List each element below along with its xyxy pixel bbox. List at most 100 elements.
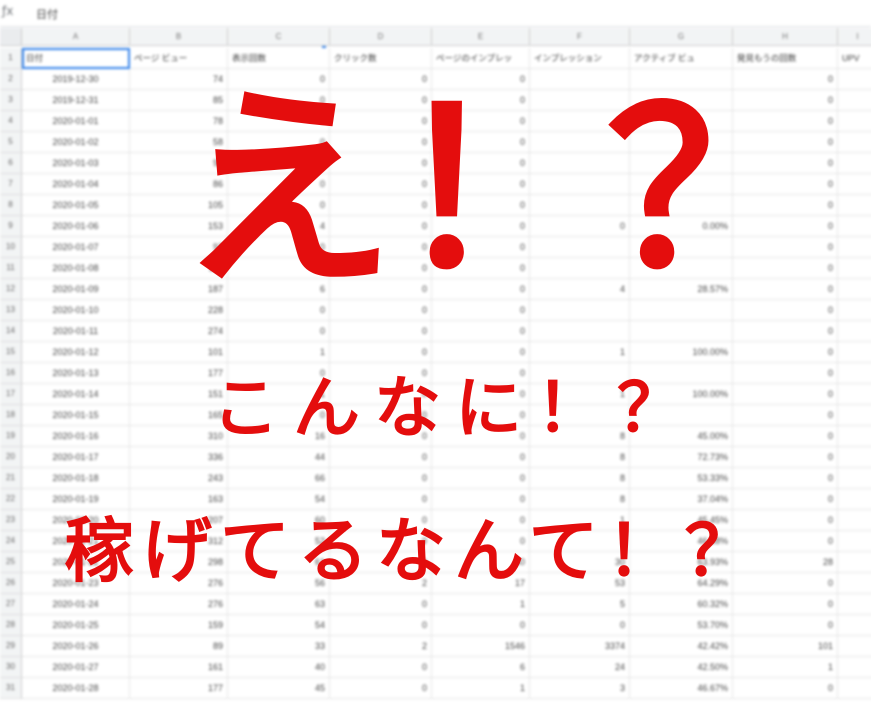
table-cell[interactable]: 274 (130, 321, 228, 342)
table-cell[interactable]: 0 (432, 363, 530, 384)
table-cell-empty[interactable] (838, 594, 871, 615)
table-cell[interactable]: 78 (130, 111, 228, 132)
table-cell-empty[interactable] (838, 447, 871, 468)
table-cell[interactable]: 58 (130, 132, 228, 153)
table-cell[interactable]: 0 (330, 69, 432, 90)
table-cell[interactable] (630, 69, 733, 90)
table-cell[interactable]: 0 (330, 657, 432, 678)
table-cell[interactable]: 63 (228, 594, 330, 615)
table-cell[interactable] (530, 363, 630, 384)
table-cell-empty[interactable] (838, 237, 871, 258)
table-cell[interactable]: 101 (733, 636, 838, 657)
table-cell[interactable]: 8 (530, 426, 630, 447)
table-cell[interactable]: 0 (330, 279, 432, 300)
table-cell[interactable]: 2020-01-10 (22, 300, 130, 321)
row-number[interactable]: 26 (0, 573, 22, 594)
table-cell-empty[interactable] (838, 258, 871, 279)
table-cell-empty[interactable] (838, 363, 871, 384)
header-cell[interactable]: ページのインプレッ (432, 48, 530, 69)
table-cell[interactable]: 4 (530, 279, 630, 300)
table-cell[interactable]: 0 (432, 426, 530, 447)
table-cell[interactable]: 0 (330, 678, 432, 699)
table-cell[interactable]: 0 (330, 594, 432, 615)
header-cell[interactable]: ページ ビュー (130, 48, 228, 69)
table-cell[interactable]: 8 (530, 468, 630, 489)
table-cell[interactable]: 16 (228, 426, 330, 447)
table-cell[interactable]: 2020-01-17 (22, 447, 130, 468)
table-cell[interactable]: 42.50% (630, 657, 733, 678)
table-cell[interactable]: 0 (228, 174, 330, 195)
table-cell[interactable]: 3 (530, 678, 630, 699)
column-header-e[interactable]: E (432, 28, 530, 46)
table-cell[interactable]: 2020-01-01 (22, 111, 130, 132)
table-cell[interactable]: 165 (130, 405, 228, 426)
table-cell[interactable]: 0 (733, 426, 838, 447)
table-cell[interactable]: 0 (330, 90, 432, 111)
table-cell[interactable]: 0 (432, 258, 530, 279)
table-cell-empty[interactable] (838, 90, 871, 111)
table-cell[interactable]: 2020-01-03 (22, 153, 130, 174)
table-cell[interactable]: 0 (330, 321, 432, 342)
table-cell[interactable]: 0 (733, 132, 838, 153)
table-cell[interactable]: 163 (130, 489, 228, 510)
table-cell[interactable]: 0 (228, 258, 330, 279)
table-cell[interactable]: 5 (530, 594, 630, 615)
row-number[interactable]: 4 (0, 111, 22, 132)
table-cell[interactable]: 0 (228, 69, 330, 90)
table-cell[interactable]: 0 (733, 90, 838, 111)
table-cell[interactable]: 276 (130, 594, 228, 615)
table-cell[interactable]: 0 (432, 405, 530, 426)
table-cell[interactable]: 1 (228, 384, 330, 405)
table-cell[interactable]: 2020-01-08 (22, 258, 130, 279)
column-header-f[interactable]: F (530, 28, 630, 46)
table-cell[interactable]: 97 (130, 237, 228, 258)
table-cell[interactable]: 0 (330, 216, 432, 237)
row-number[interactable]: 12 (0, 279, 22, 300)
table-cell[interactable] (530, 405, 630, 426)
table-cell[interactable]: 85 (130, 90, 228, 111)
table-cell[interactable]: 0 (733, 615, 838, 636)
table-cell[interactable]: 161 (130, 657, 228, 678)
table-cell[interactable]: 0 (530, 216, 630, 237)
table-cell[interactable]: 24 (530, 657, 630, 678)
table-cell[interactable]: 46.67% (630, 678, 733, 699)
table-cell[interactable]: 28 (733, 552, 838, 573)
row-number[interactable]: 25 (0, 552, 22, 573)
row-number[interactable]: 18 (0, 405, 22, 426)
table-cell[interactable]: 0 (432, 279, 530, 300)
column-header-g[interactable]: G (630, 28, 733, 46)
table-cell[interactable]: 0 (228, 132, 330, 153)
table-cell[interactable]: 0 (733, 678, 838, 699)
table-cell[interactable]: 53.33% (630, 468, 733, 489)
column-header-h[interactable]: H (733, 28, 838, 46)
table-cell-empty[interactable] (838, 153, 871, 174)
table-cell[interactable]: 63.93% (630, 552, 733, 573)
table-cell[interactable]: 2020-01-11 (22, 321, 130, 342)
table-cell[interactable]: 2020-01-24 (22, 594, 130, 615)
table-cell[interactable]: 30 (432, 552, 530, 573)
table-cell[interactable]: 105 (130, 195, 228, 216)
table-cell[interactable]: 0 (432, 216, 530, 237)
table-cell[interactable]: 0 (228, 363, 330, 384)
table-cell[interactable]: 0 (733, 237, 838, 258)
row-number[interactable]: 20 (0, 447, 22, 468)
table-cell[interactable]: 0 (330, 111, 432, 132)
table-cell[interactable]: 42.42% (630, 636, 733, 657)
table-cell[interactable]: 92 (130, 153, 228, 174)
table-cell[interactable]: 44 (228, 447, 330, 468)
header-cell[interactable]: アクティブ ビュ (630, 48, 733, 69)
table-cell[interactable] (530, 237, 630, 258)
table-cell[interactable] (630, 132, 733, 153)
table-cell[interactable] (530, 111, 630, 132)
table-cell[interactable]: 86 (130, 174, 228, 195)
row-number[interactable]: 3 (0, 90, 22, 111)
row-number[interactable]: 17 (0, 384, 22, 405)
table-cell[interactable]: 0 (228, 300, 330, 321)
table-cell[interactable]: 0 (330, 615, 432, 636)
table-cell[interactable] (630, 153, 733, 174)
table-cell[interactable]: 45.45% (630, 510, 733, 531)
row-number[interactable]: 2 (0, 69, 22, 90)
table-cell-empty[interactable] (838, 657, 871, 678)
table-cell[interactable]: 0 (432, 237, 530, 258)
row-number[interactable]: 15 (0, 342, 22, 363)
